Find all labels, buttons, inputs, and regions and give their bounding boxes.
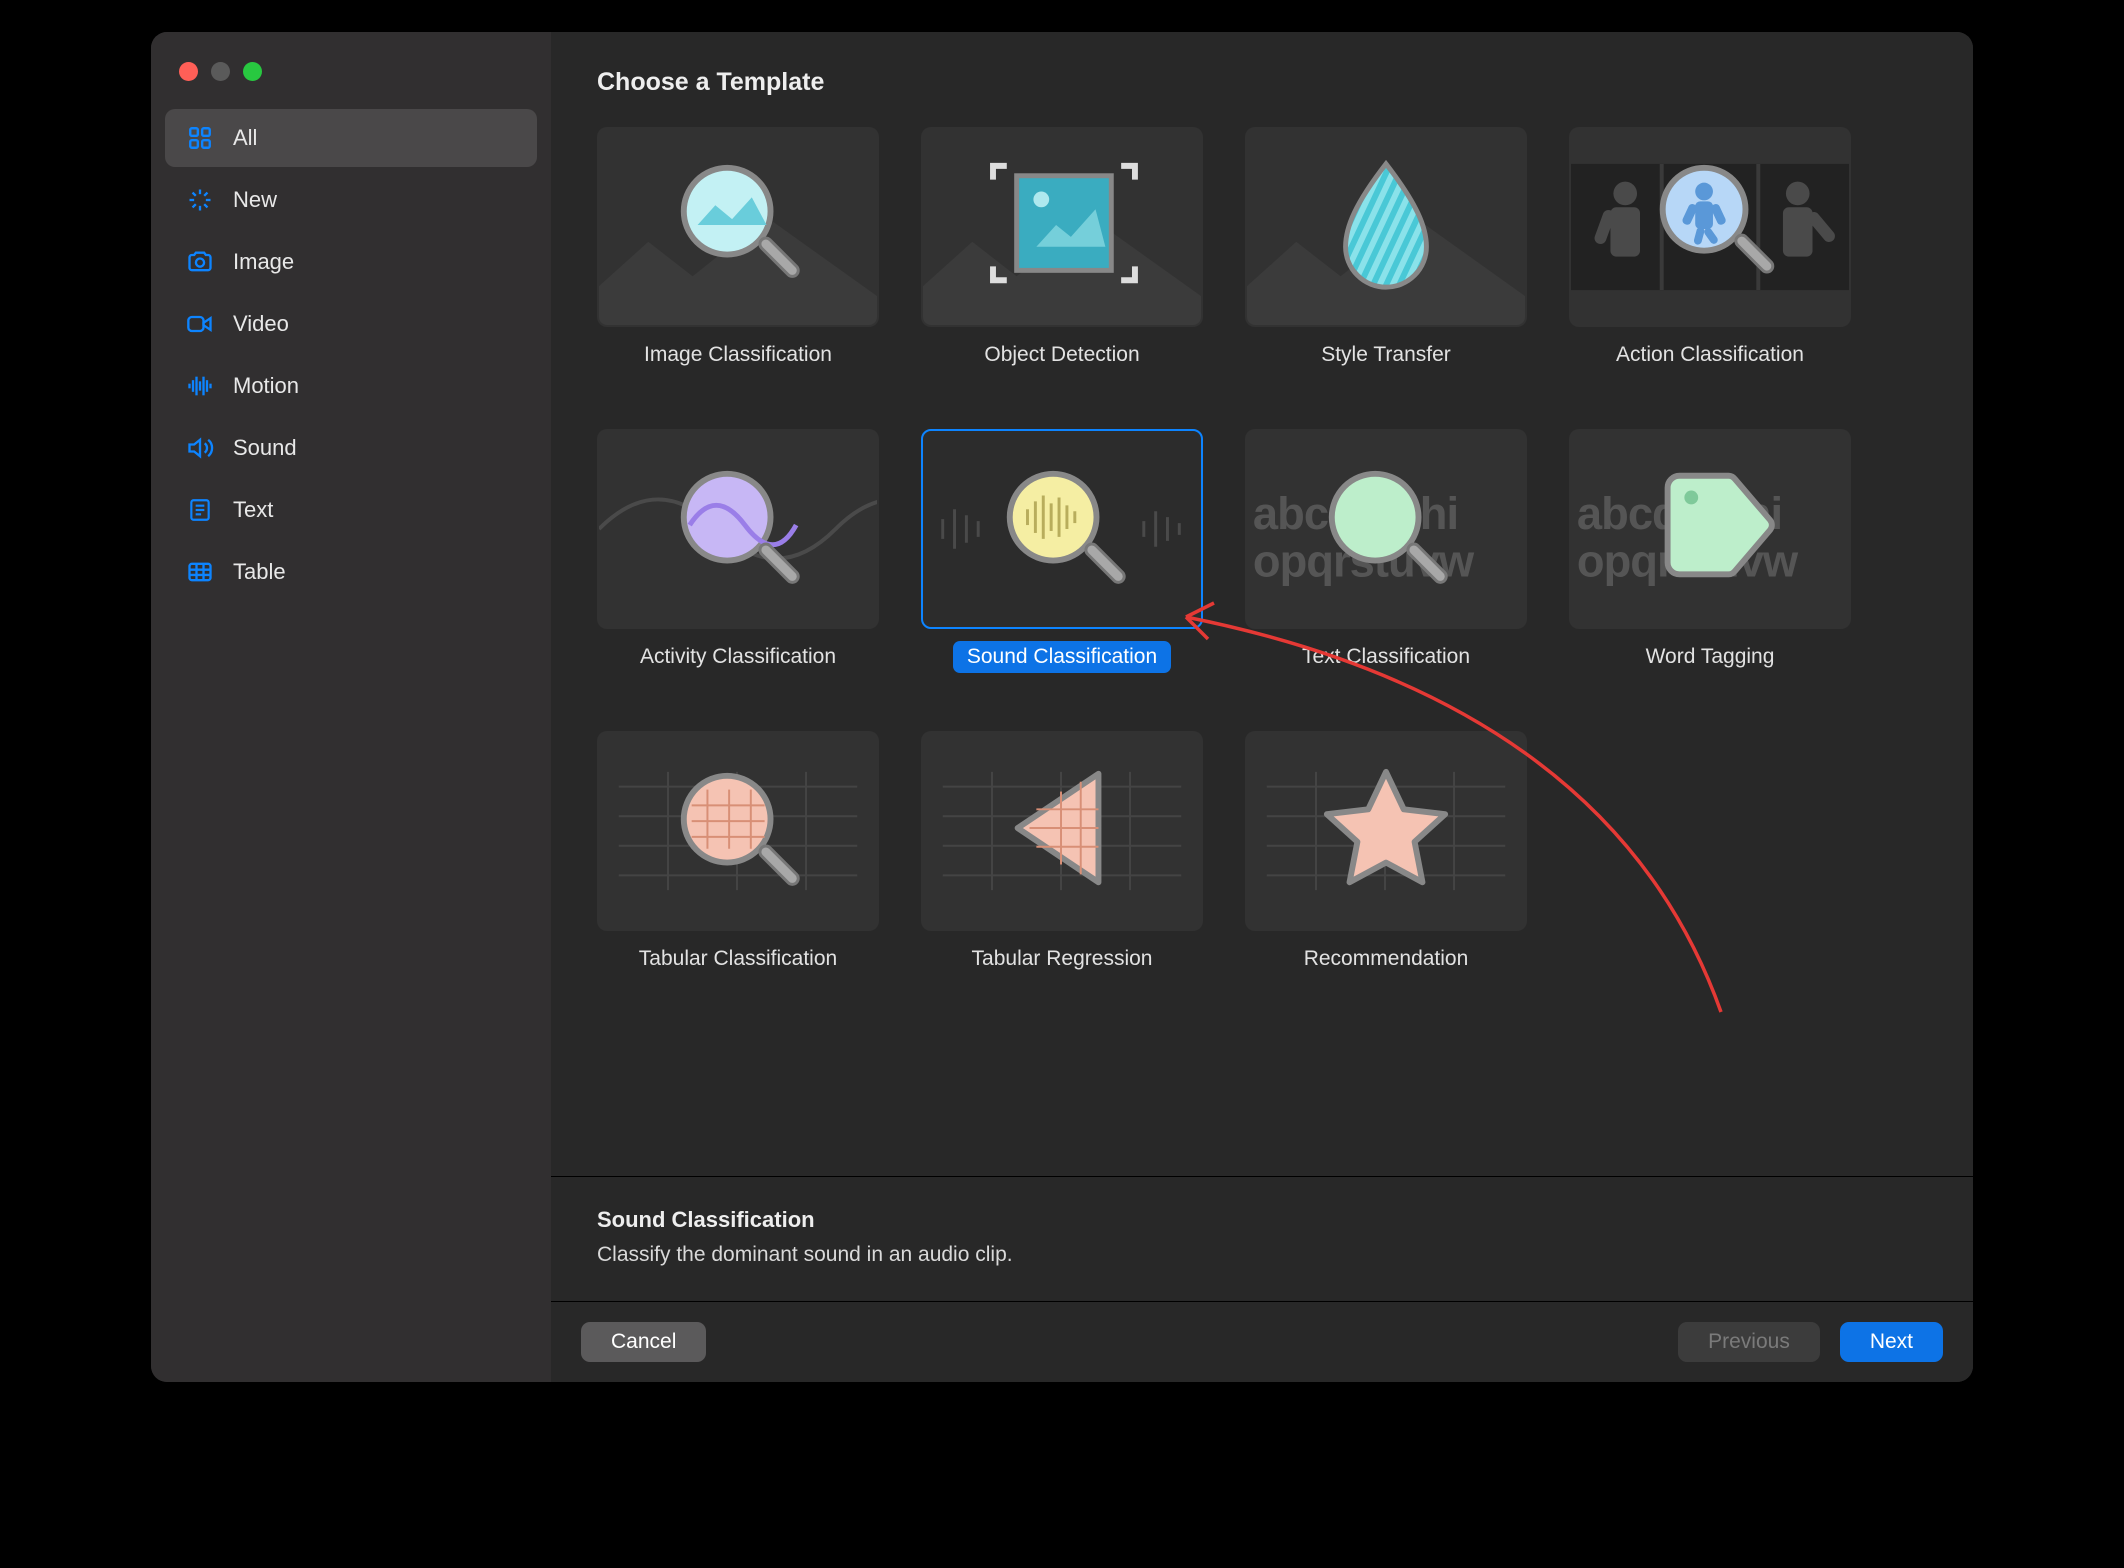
template-label: Word Tagging xyxy=(1632,641,1789,673)
template-activity-classification[interactable]: Activity Classification xyxy=(597,429,879,673)
template-recommendation[interactable]: Recommendation xyxy=(1245,731,1527,975)
sidebar-item-all[interactable]: All xyxy=(165,109,537,167)
template-thumb xyxy=(921,731,1203,931)
sidebar-item-label: Motion xyxy=(233,373,299,399)
description-panel: Sound Classification Classify the domina… xyxy=(551,1176,1973,1301)
tabular-classification-icon xyxy=(599,731,877,931)
template-text-classification[interactable]: abcdefghi opqrstuvw Text Classification xyxy=(1245,429,1527,673)
template-thumb xyxy=(1245,127,1527,327)
minimize-window-button[interactable] xyxy=(211,62,230,81)
template-label: Image Classification xyxy=(630,339,846,371)
sidebar-item-new[interactable]: New xyxy=(165,171,537,229)
sidebar-item-label: Image xyxy=(233,249,294,275)
sidebar-list: All New Image Video xyxy=(151,109,551,601)
waveform-icon xyxy=(185,371,215,401)
sidebar: All New Image Video xyxy=(151,32,551,1382)
template-label: Activity Classification xyxy=(626,641,850,673)
text-icon xyxy=(185,495,215,525)
action-classification-icon xyxy=(1571,127,1849,327)
template-label: Style Transfer xyxy=(1307,339,1465,371)
sidebar-item-label: New xyxy=(233,187,277,213)
sidebar-item-image[interactable]: Image xyxy=(165,233,537,291)
description-title: Sound Classification xyxy=(597,1207,1927,1233)
template-image-classification[interactable]: Image Classification xyxy=(597,127,879,371)
recommendation-icon xyxy=(1247,731,1525,931)
template-label: Sound Classification xyxy=(953,641,1171,673)
template-thumb xyxy=(1569,127,1851,327)
main-panel: Choose a Template Image Classification xyxy=(551,32,1973,1382)
sidebar-item-label: Text xyxy=(233,497,273,523)
sidebar-item-text[interactable]: Text xyxy=(165,481,537,539)
template-thumb xyxy=(597,731,879,931)
template-thumb xyxy=(1245,731,1527,931)
cancel-button[interactable]: Cancel xyxy=(581,1322,706,1362)
template-label: Tabular Classification xyxy=(625,943,851,975)
zoom-window-button[interactable] xyxy=(243,62,262,81)
sound-classification-icon xyxy=(923,429,1201,629)
template-thumb xyxy=(921,127,1203,327)
template-thumb: abcdefghi opqrstuvw xyxy=(1569,429,1851,629)
camera-icon xyxy=(185,247,215,277)
close-window-button[interactable] xyxy=(179,62,198,81)
sidebar-item-motion[interactable]: Motion xyxy=(165,357,537,415)
sidebar-item-label: Table xyxy=(233,559,286,585)
template-word-tagging[interactable]: abcdefghi opqrstuvw Word Tagging xyxy=(1569,429,1851,673)
sidebar-item-label: Video xyxy=(233,311,289,337)
word-tagging-icon: abcdefghi opqrstuvw xyxy=(1571,429,1849,629)
template-tabular-classification[interactable]: Tabular Classification xyxy=(597,731,879,975)
activity-classification-icon xyxy=(599,429,877,629)
template-action-classification[interactable]: Action Classification xyxy=(1569,127,1851,371)
template-object-detection[interactable]: Object Detection xyxy=(921,127,1203,371)
template-chooser-window: All New Image Video xyxy=(151,32,1973,1382)
object-detection-icon xyxy=(923,127,1201,327)
templates-grid: Image Classification O xyxy=(551,117,1973,995)
template-label: Object Detection xyxy=(970,339,1153,371)
template-style-transfer[interactable]: Style Transfer xyxy=(1245,127,1527,371)
page-title: Choose a Template xyxy=(551,32,1973,117)
sidebar-item-label: All xyxy=(233,125,257,151)
template-label: Text Classification xyxy=(1288,641,1484,673)
video-icon xyxy=(185,309,215,339)
template-label: Tabular Regression xyxy=(958,943,1167,975)
template-tabular-regression[interactable]: Tabular Regression xyxy=(921,731,1203,975)
tabular-regression-icon xyxy=(923,731,1201,931)
template-thumb xyxy=(597,429,879,629)
previous-button: Previous xyxy=(1678,1322,1820,1362)
template-thumb xyxy=(921,429,1203,629)
grid-icon xyxy=(185,123,215,153)
window-controls xyxy=(151,52,551,109)
button-bar: Cancel Previous Next xyxy=(551,1301,1973,1382)
table-icon xyxy=(185,557,215,587)
next-button[interactable]: Next xyxy=(1840,1322,1943,1362)
sparkle-icon xyxy=(185,185,215,215)
template-label: Recommendation xyxy=(1290,943,1483,975)
text-classification-icon: abcdefghi opqrstuvw xyxy=(1247,429,1525,629)
description-text: Classify the dominant sound in an audio … xyxy=(597,1243,1927,1267)
template-thumb: abcdefghi opqrstuvw xyxy=(1245,429,1527,629)
sidebar-item-label: Sound xyxy=(233,435,297,461)
sidebar-item-table[interactable]: Table xyxy=(165,543,537,601)
template-sound-classification[interactable]: Sound Classification xyxy=(921,429,1203,673)
image-classification-icon xyxy=(599,127,877,327)
speaker-icon xyxy=(185,433,215,463)
sidebar-item-sound[interactable]: Sound xyxy=(165,419,537,477)
style-transfer-icon xyxy=(1247,127,1525,327)
sidebar-item-video[interactable]: Video xyxy=(165,295,537,353)
template-label: Action Classification xyxy=(1602,339,1818,371)
template-thumb xyxy=(597,127,879,327)
